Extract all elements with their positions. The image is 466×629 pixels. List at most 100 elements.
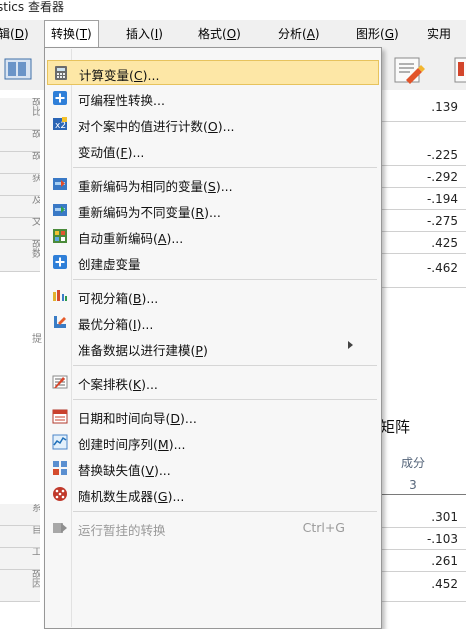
menu-item-label: 计算变量(C)... [79,68,160,83]
menu-item-create-time-series[interactable]: 创建时间序列(M)... [47,430,379,455]
menu-item-run-pending-transforms[interactable]: 运行暂挂的转换 Ctrl+G [47,516,379,541]
window-title-bar: stics 查看器 [0,0,466,20]
open-dataset-icon[interactable] [4,58,34,82]
row-label: 自 [0,526,40,548]
menu-format[interactable]: 格式(O) [198,20,241,48]
matrix-title: 矩阵 [380,418,411,436]
menu-item-label: 变动值(F)... [78,145,145,160]
menu-item-automatic-recode[interactable]: 自动重新编码(A)... [47,224,379,249]
row-label: 及 [0,196,40,218]
menu-utilities-label: 实用 [427,27,452,41]
svg-text:x2: x2 [55,121,66,131]
menu-item-recode-same[interactable]: 重新编码为相同的变量(S)... [47,172,379,197]
menu-graphs-suffix: ) [394,27,399,41]
menu-item-label: 个案排秩(K)... [78,377,158,392]
menu-insert-suffix: ) [158,27,163,41]
table-cell: -.194 [380,188,466,210]
menu-insert[interactable]: 插入(I) [126,20,163,48]
menu-item-date-time-wizard[interactable]: 日期和时间向导(D)... [47,404,379,429]
menu-item-optimal-binning[interactable]: 最优分箱(I)... [47,310,379,335]
menu-item-label: 自动重新编码(A)... [78,231,184,246]
menu-item-label: 最优分箱(I)... [78,317,154,332]
table-cell: -.462 [380,254,466,288]
plus-icon [52,90,68,106]
row-label-text: 故数 [32,240,40,260]
table-cell: -.103 [380,528,466,550]
time-series-icon [52,434,68,450]
row-label-text: 故 [32,130,40,140]
row-label: 故因 [0,570,40,602]
menu-separator [73,167,377,168]
menu-edit[interactable]: 辑(D) [0,20,29,48]
menu-item-prepare-data-for-modeling[interactable]: 准备数据以进行建模(P) [47,336,379,361]
menu-format-suffix: ) [236,27,241,41]
menu-analyze-key: A [306,27,315,41]
menu-utilities[interactable]: 实用 [427,20,451,48]
row-label-text: 故比 [32,98,40,118]
menu-item-label: 创建时间序列(M)... [78,437,186,452]
menu-item-label: 随机数生成器(G)... [78,489,185,504]
menu-item-random-number-generators[interactable]: 随机数生成器(G)... [47,482,379,507]
row-label: 获 [0,174,40,196]
note-label: 提 [32,334,42,345]
menu-item-label: 可视分箱(B)... [78,291,159,306]
menu-item-create-dummy-variables[interactable]: 创建虚变量 [47,250,379,275]
window-title: stics 查看器 [0,0,64,14]
row-label: 故 [0,152,40,174]
menu-item-shift-values[interactable]: 变动值(F)... [47,138,379,163]
table-cell: .261 [380,550,466,572]
menu-transform[interactable]: 转换(T) [44,20,99,48]
menu-insert-label: 插入( [126,27,155,41]
recode-same-icon [52,176,68,192]
menu-separator [73,365,377,366]
run-pending-icon [52,520,68,536]
rank-cases-icon [52,374,68,390]
row-label-text: 工 [32,548,40,558]
table-cell: .425 [380,232,466,254]
row-label: 故 [0,130,40,152]
menu-item-replace-missing-values[interactable]: 替换缺失值(V)... [47,456,379,481]
menu-separator [73,511,377,512]
row-label-text: 及 [32,196,40,206]
menu-item-label: 重新编码为不同变量(R)... [78,205,221,220]
row-label-text: 自 [32,526,40,536]
count-values-icon: x2 [52,116,68,132]
menu-graphs[interactable]: 图形(G) [356,20,399,48]
random-number-icon [52,486,68,502]
header-divider [380,494,466,495]
menu-item-visual-binning[interactable]: 可视分箱(B)... [47,284,379,309]
menu-format-label: 格式( [198,27,227,41]
menu-transform-suffix: ) [87,27,92,41]
menu-item-shortcut: Ctrl+G [302,520,345,535]
menu-separator [73,399,377,400]
document-icon[interactable] [454,56,466,84]
table-cell: -.275 [380,210,466,232]
automatic-recode-icon [52,228,68,244]
replace-missing-icon [52,460,68,476]
report-icon[interactable] [392,56,426,84]
menu-bar: 辑(D) 转换(T) 插入(I) 格式(O) 分析(A) 图形(G) 实用 [0,20,466,49]
recode-different-icon [52,202,68,218]
row-label: 工 [0,548,40,570]
menu-item-recode-different[interactable]: 重新编码为不同变量(R)... [47,198,379,223]
menu-format-key: O [226,27,237,41]
menu-item-compute-variable[interactable]: 计算变量(C)... [47,60,379,85]
menu-separator [73,279,377,280]
transform-menu: 计算变量(C)... 可编程性转换... x2 对个案中的值进行计数(O)...… [44,47,382,629]
menu-analyze[interactable]: 分析(A) [278,20,320,48]
menu-edit-suffix: ) [23,27,29,41]
table-cell: -.292 [380,166,466,188]
menu-item-count-values[interactable]: x2 对个案中的值进行计数(O)... [47,112,379,137]
menu-edit-key: D [14,27,24,41]
table-cell: .301 [380,506,466,528]
menu-item-label: 可编程性转换... [78,93,165,108]
row-label-text: 故因 [32,570,40,590]
menu-item-label: 日期和时间向导(D)... [78,411,197,426]
menu-item-rank-cases[interactable]: 个案排秩(K)... [47,370,379,395]
menu-analyze-suffix: ) [314,27,320,41]
menu-analyze-label: 分析( [278,27,307,41]
menu-item-programmability-transformation[interactable]: 可编程性转换... [47,86,379,111]
menu-graphs-key: G [384,27,394,41]
row-label-text: 故 [32,152,40,162]
menu-item-label: 重新编码为相同的变量(S)... [78,179,233,194]
